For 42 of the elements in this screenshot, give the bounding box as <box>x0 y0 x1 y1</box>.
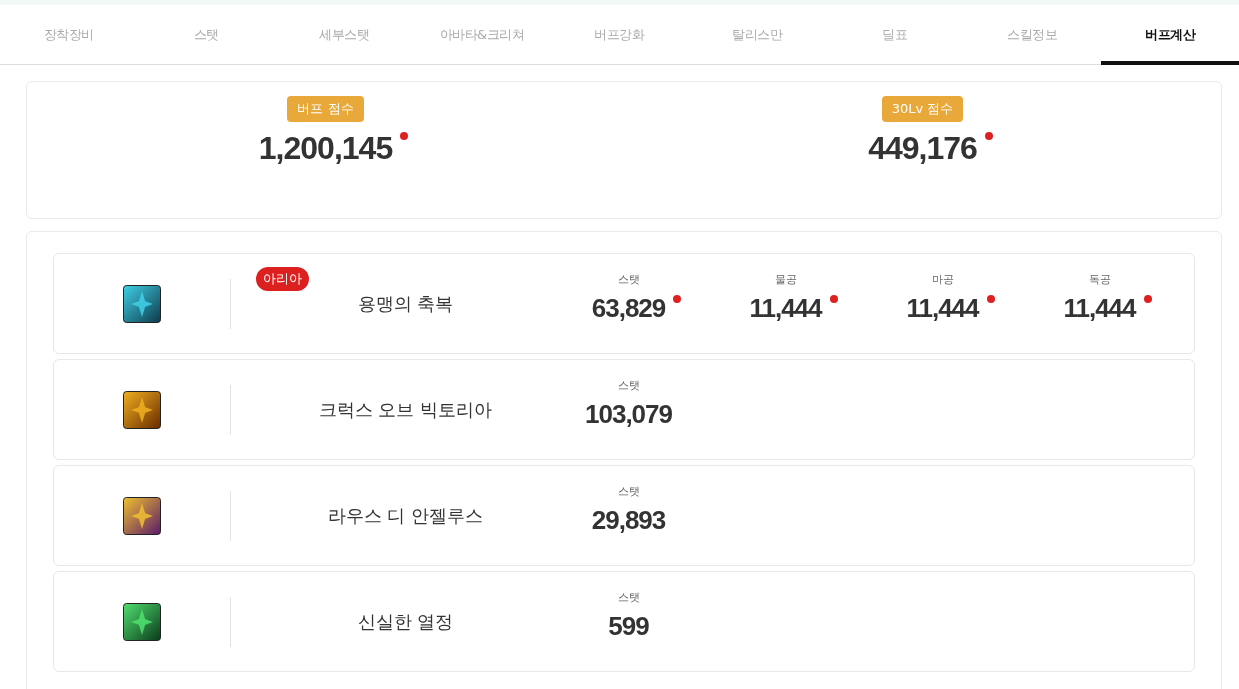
skill-tag: 아리아 <box>256 266 309 291</box>
skill-icon <box>123 496 161 535</box>
buff-name: 라우스 디 안젤루스 <box>326 503 484 528</box>
tab[interactable]: 탈리스만 <box>688 5 826 65</box>
buff-name: 용맹의 축복 <box>356 291 454 316</box>
stat-value: 11,444 <box>733 292 838 324</box>
indicator-dot-icon <box>984 132 993 140</box>
stat-label: 스탯 <box>617 377 640 393</box>
tab[interactable]: 버프계산 <box>1101 5 1239 65</box>
indicator-dot-icon <box>986 294 995 303</box>
indicator-dot-icon <box>829 294 838 303</box>
skill-icon <box>123 284 161 323</box>
stat-value: 599 <box>608 610 649 642</box>
buff-name: 신실한 열정 <box>356 609 454 634</box>
stat-value: 103,079 <box>585 398 672 430</box>
score-value: 1,200,145 <box>242 130 409 167</box>
skill-icon <box>123 390 161 429</box>
tab[interactable]: 세부스탯 <box>275 5 413 65</box>
stat-value: 11,444 <box>890 292 995 324</box>
indicator-dot-icon <box>673 294 682 303</box>
score-badge: 30Lv 점수 <box>881 96 964 122</box>
tab[interactable]: 버프강화 <box>550 5 689 65</box>
stat-label: 독공 <box>1088 271 1111 287</box>
stat-value: 29,893 <box>591 504 666 536</box>
stat-label: 스탯 <box>617 483 640 499</box>
stat-label: 물공 <box>774 271 797 287</box>
tab[interactable]: 장착장비 <box>0 5 138 65</box>
indicator-dot-icon <box>1143 294 1152 303</box>
tab[interactable]: 스킬정보 <box>963 5 1102 65</box>
stat-value: 11,444 <box>1047 292 1152 324</box>
stat-value: 63,829 <box>575 292 682 324</box>
tab[interactable]: 아바타&크리쳐 <box>413 5 551 65</box>
score-badge: 버프 점수 <box>287 96 364 122</box>
buff-name: 크럭스 오브 빅토리아 <box>317 397 493 422</box>
stat-label: 스탯 <box>617 589 640 605</box>
score-value: 449,176 <box>852 130 993 167</box>
skill-icon <box>123 602 161 641</box>
stat-label: 스탯 <box>617 271 640 287</box>
tab[interactable]: 스탯 <box>137 5 276 65</box>
tab[interactable]: 딜표 <box>826 5 964 65</box>
stat-label: 마공 <box>931 271 954 287</box>
indicator-dot-icon <box>400 132 409 140</box>
